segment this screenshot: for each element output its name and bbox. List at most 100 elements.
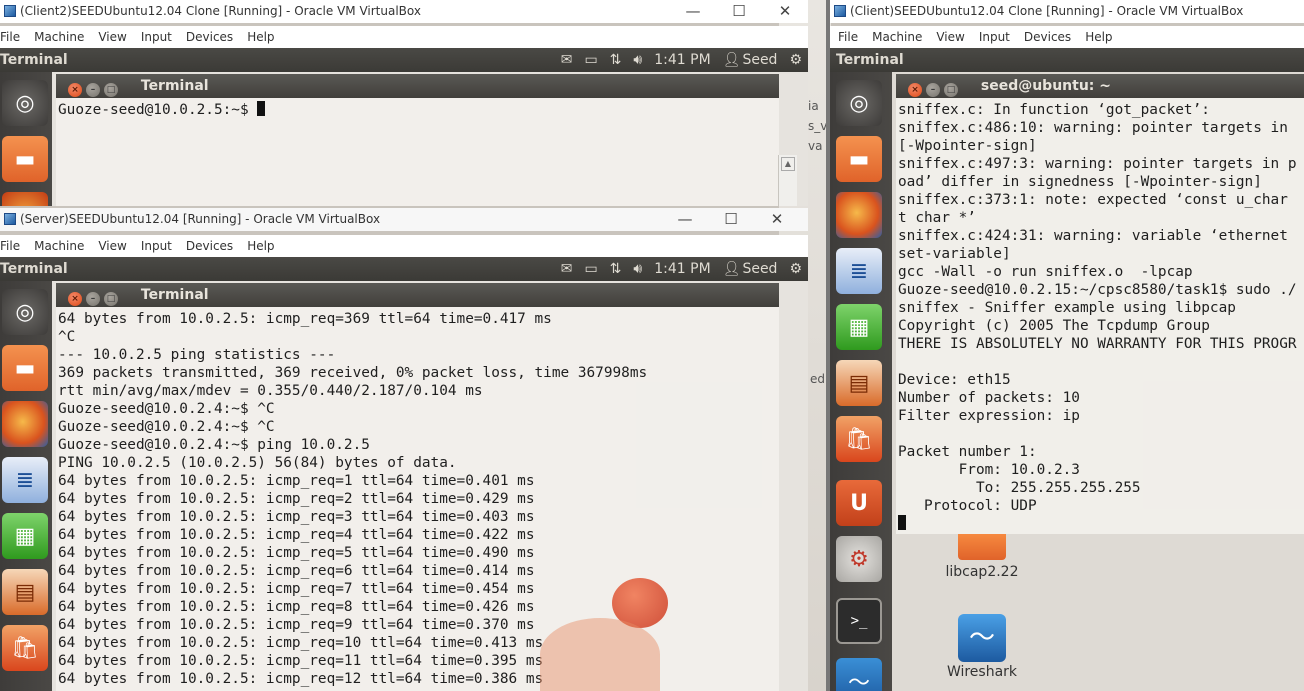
mail-icon[interactable]: ✉	[561, 52, 573, 68]
close-button[interactable]: ✕	[762, 0, 808, 23]
network-icon[interactable]: ⇅	[610, 52, 622, 68]
menu-input[interactable]: Input	[979, 30, 1010, 44]
terminal-line: 64 bytes from 10.0.2.5: icmp_req=4 ttl=6…	[58, 527, 535, 543]
terminal-line: Guoze-seed@10.0.2.4:~$ ^C	[58, 419, 275, 435]
menu-machine[interactable]: Machine	[34, 30, 84, 44]
desktop-icon-label[interactable]: Wireshark	[930, 664, 1034, 680]
terminal-line: gcc -Wall -o run sniffex.o -lpcap	[898, 264, 1193, 280]
battery-icon[interactable]: ▭	[584, 261, 597, 277]
terminal-scrollbar[interactable]: ▲	[778, 155, 797, 206]
firefox-icon[interactable]	[2, 192, 48, 206]
terminal-maximize-button[interactable]: □	[104, 292, 118, 306]
wireshark-icon[interactable]: 〜	[836, 658, 882, 691]
terminal-minimize-button[interactable]: –	[86, 292, 100, 306]
clock[interactable]: 1:41 PM	[654, 52, 710, 68]
dash-home-icon[interactable]: ◎	[2, 289, 48, 335]
desktop-icon-label[interactable]: libcap2.22	[930, 564, 1034, 580]
menu-machine[interactable]: Machine	[34, 239, 84, 253]
terminal-maximize-button[interactable]: □	[104, 83, 118, 97]
menu-devices[interactable]: Devices	[1024, 30, 1071, 44]
terminal-line: 64 bytes from 10.0.2.5: icmp_req=2 ttl=6…	[58, 491, 535, 507]
terminal-minimize-button[interactable]: –	[926, 83, 940, 97]
terminal-icon[interactable]: >_	[836, 598, 882, 644]
maximize-button[interactable]: ☐	[716, 0, 762, 23]
terminal-titlebar[interactable]: × – □ Terminal	[56, 74, 779, 98]
terminal-close-button[interactable]: ×	[908, 83, 922, 97]
text-cursor	[898, 515, 906, 530]
terminal-close-button[interactable]: ×	[68, 292, 82, 306]
gear-icon[interactable]: ⚙	[789, 261, 802, 277]
volume-icon[interactable]: 🔊︎	[633, 261, 642, 277]
scroll-up-icon[interactable]: ▲	[781, 157, 795, 171]
virtualbox-icon	[834, 5, 846, 17]
impress-icon[interactable]: ▤	[836, 360, 882, 406]
user-name[interactable]: Seed	[742, 261, 777, 277]
menu-file[interactable]: File	[838, 30, 858, 44]
menu-help[interactable]: Help	[247, 239, 274, 253]
maximize-button[interactable]: ☐	[708, 208, 754, 231]
ubuntu-one-icon[interactable]: U	[836, 480, 882, 526]
terminal-line: 64 bytes from 10.0.2.5: icmp_req=8 ttl=6…	[58, 599, 535, 615]
files-icon[interactable]: ▬	[2, 345, 48, 391]
calc-icon[interactable]: ▦	[2, 513, 48, 559]
vm-title: (Server)SEEDUbuntu12.04 [Running] - Orac…	[20, 212, 381, 226]
panel-app-name: Terminal	[836, 52, 904, 68]
terminal-close-button[interactable]: ×	[68, 83, 82, 97]
volume-icon[interactable]: 🔊︎	[633, 52, 642, 68]
folder-icon[interactable]	[958, 534, 1006, 560]
menu-file[interactable]: File	[0, 30, 20, 44]
terminal-minimize-button[interactable]: –	[86, 83, 100, 97]
mail-icon[interactable]: ✉	[561, 261, 573, 277]
user-icon[interactable]: 👤︎	[723, 52, 741, 68]
vm-titlebar[interactable]: (Client2)SEEDUbuntu12.04 Clone [Running]…	[0, 0, 808, 23]
dash-home-icon[interactable]: ◎	[836, 80, 882, 126]
clock[interactable]: 1:41 PM	[654, 261, 710, 277]
close-button[interactable]: ✕	[754, 208, 800, 231]
terminal-maximize-button[interactable]: □	[944, 83, 958, 97]
software-center-icon[interactable]: 🛍︎	[836, 416, 882, 462]
minimize-button[interactable]: —	[662, 208, 708, 231]
vm-menubar: File Machine View Input Devices Help	[0, 235, 808, 258]
menu-machine[interactable]: Machine	[872, 30, 922, 44]
writer-icon[interactable]: ≣	[836, 248, 882, 294]
menu-view[interactable]: View	[98, 239, 126, 253]
menu-devices[interactable]: Devices	[186, 30, 233, 44]
menu-input[interactable]: Input	[141, 239, 172, 253]
system-settings-icon[interactable]: ⚙	[836, 536, 882, 582]
impress-icon[interactable]: ▤	[2, 569, 48, 615]
terminal-line: Guoze-seed@10.0.2.4:~$ ping 10.0.2.5	[58, 437, 370, 453]
menu-file[interactable]: File	[0, 239, 20, 253]
calc-icon[interactable]: ▦	[836, 304, 882, 350]
files-icon[interactable]: ▬	[2, 136, 48, 182]
minimize-button[interactable]: —	[670, 0, 716, 23]
menu-devices[interactable]: Devices	[186, 239, 233, 253]
vm-titlebar[interactable]: (Server)SEEDUbuntu12.04 [Running] - Orac…	[0, 208, 808, 231]
terminal-line: 64 bytes from 10.0.2.5: icmp_req=7 ttl=6…	[58, 581, 535, 597]
writer-icon[interactable]: ≣	[2, 457, 48, 503]
menu-view[interactable]: View	[98, 30, 126, 44]
user-icon[interactable]: 👤︎	[723, 261, 741, 277]
wireshark-icon[interactable]: 〜	[958, 614, 1006, 662]
terminal-prompt: Guoze-seed@10.0.2.5:~$	[58, 102, 258, 118]
terminal-titlebar[interactable]: × – □ Terminal	[56, 283, 779, 307]
menu-help[interactable]: Help	[247, 30, 274, 44]
network-icon[interactable]: ⇅	[610, 261, 622, 277]
terminal-output[interactable]: 64 bytes from 10.0.2.5: icmp_req=369 ttl…	[56, 307, 779, 691]
menu-view[interactable]: View	[936, 30, 964, 44]
terminal-output[interactable]: sniffex.c: In function ‘got_packet’: snif…	[896, 98, 1304, 534]
gear-icon[interactable]: ⚙	[789, 52, 802, 68]
dash-home-icon[interactable]: ◎	[2, 80, 48, 126]
software-center-icon[interactable]: 🛍︎	[2, 625, 48, 671]
vm-titlebar[interactable]: (Client)SEEDUbuntu12.04 Clone [Running] …	[830, 0, 1304, 23]
terminal-titlebar[interactable]: × – □ seed@ubuntu: ~	[896, 74, 1304, 98]
firefox-icon[interactable]	[2, 401, 48, 447]
files-icon[interactable]: ▬	[836, 136, 882, 182]
wallpaper-ornament	[540, 618, 660, 691]
firefox-icon[interactable]	[836, 192, 882, 238]
user-name[interactable]: Seed	[742, 52, 777, 68]
menu-help[interactable]: Help	[1085, 30, 1112, 44]
terminal-output[interactable]: Guoze-seed@10.0.2.5:~$	[56, 98, 779, 206]
menu-input[interactable]: Input	[141, 30, 172, 44]
battery-icon[interactable]: ▭	[584, 52, 597, 68]
